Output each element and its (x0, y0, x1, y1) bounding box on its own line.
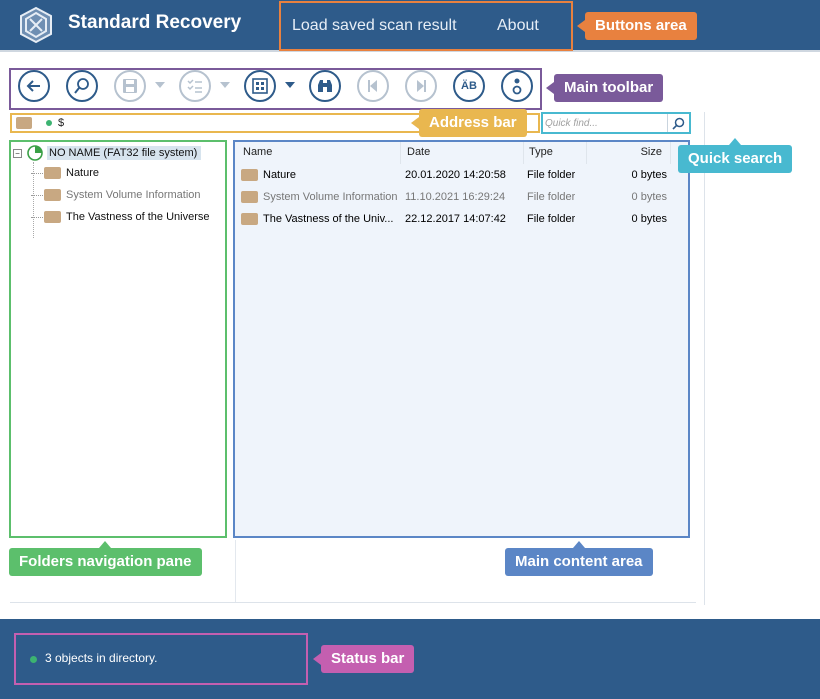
status-dot-icon (46, 120, 52, 126)
quick-find-input[interactable] (545, 116, 665, 130)
quick-find-box (541, 112, 691, 134)
collapse-icon[interactable]: − (13, 148, 22, 158)
tree-item-vastness-of-universe[interactable]: The Vastness of the Universe (31, 208, 209, 226)
cell-name: The Vastness of the Univ... (263, 213, 394, 225)
cell-date: 11.10.2021 16:29:24 (405, 191, 506, 203)
search-icon (672, 117, 685, 130)
tree-item-nature[interactable]: Nature (31, 164, 99, 182)
tree-connector (31, 216, 43, 218)
folder-icon (44, 189, 61, 201)
table-row[interactable]: System Volume Information 11.10.2021 16:… (235, 186, 688, 208)
buttons-area-tag: Buttons area (577, 12, 697, 40)
cell-name: Nature (263, 169, 297, 181)
pane-divider (704, 112, 705, 605)
cell-name: System Volume Information (263, 191, 397, 203)
column-header-date[interactable]: Date (401, 142, 524, 164)
folder-icon (44, 211, 61, 223)
column-header-type[interactable]: Type (524, 142, 587, 164)
tree-item-label: The Vastness of the Universe (66, 211, 210, 223)
table-row[interactable]: Nature 20.01.2020 14:20:58 File folder 0… (235, 164, 688, 186)
folder-icon (241, 191, 258, 203)
cell-type: File folder (527, 191, 576, 203)
folder-icon (241, 213, 258, 225)
folder-icon (241, 169, 258, 181)
folders-navigation-pane-tag: Folders navigation pane (9, 541, 202, 576)
cell-date: 22.12.2017 14:07:42 (405, 213, 506, 225)
quick-search-tag: Quick search (678, 138, 793, 173)
main-toolbar-outline (9, 68, 542, 110)
tree-root-node[interactable]: − NO NAME (FAT32 file system) (13, 144, 202, 162)
main-content-area-tag: Main content area (505, 541, 653, 576)
tree-root-label: NO NAME (FAT32 file system) (47, 146, 202, 160)
panel-bottom-divider (10, 602, 696, 603)
quick-find-button[interactable] (667, 114, 689, 132)
table-row[interactable]: The Vastness of the Univ... 22.12.2017 1… (235, 208, 688, 230)
folder-icon (16, 117, 32, 129)
app-logo-icon (20, 6, 52, 44)
tree-connector (31, 194, 43, 196)
folder-icon (44, 167, 61, 179)
folders-navigation-pane: − NO NAME (FAT32 file system) Nature Sys… (9, 140, 227, 538)
cell-size: 0 bytes (631, 213, 667, 225)
cell-size: 0 bytes (631, 169, 667, 181)
buttons-area-outline (279, 1, 573, 51)
main-toolbar-tag: Main toolbar (545, 74, 664, 102)
address-path: $ (58, 117, 65, 129)
tree-item-label: Nature (66, 167, 100, 179)
cell-date: 20.01.2020 14:20:58 (405, 169, 506, 181)
cell-type: File folder (527, 169, 576, 181)
tree-item-label: System Volume Information (66, 189, 201, 201)
cell-type: File folder (527, 213, 576, 225)
app-title: Standard Recovery (68, 12, 242, 33)
status-bar-tag: Status bar (312, 645, 415, 673)
column-header-name[interactable]: Name (235, 142, 401, 164)
column-header-size[interactable]: Size (587, 142, 671, 164)
status-bar-outline (14, 633, 308, 685)
address-bar-tag: Address bar (411, 109, 527, 137)
tree-item-system-volume-information[interactable]: System Volume Information (31, 186, 201, 204)
cell-size: 0 bytes (631, 191, 667, 203)
pane-splitter[interactable] (235, 540, 236, 602)
tree-connector (31, 172, 43, 174)
main-content-area: Name Date Type Size Nature 20.01.2020 14… (233, 140, 690, 538)
partition-icon (27, 145, 43, 161)
